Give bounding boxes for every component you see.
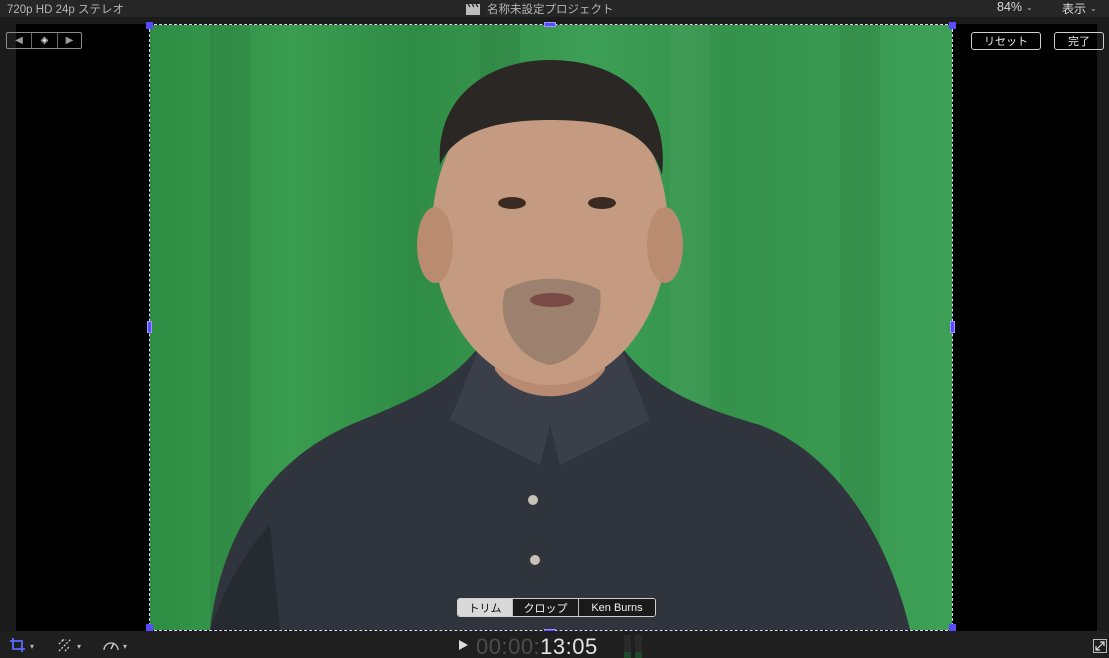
timecode-display: 00:00:13:05 — [476, 634, 598, 658]
audio-meter-left — [624, 635, 631, 658]
done-button[interactable]: 完了 — [1054, 32, 1104, 50]
next-keyframe-icon[interactable]: ▶ — [57, 33, 81, 48]
viewer-header: 720p HD 24p ステレオ 名称未設定プロジェクト 84% ⌄ 表示 ⌄ — [0, 0, 1109, 17]
chevron-down-icon: ⌄ — [1090, 4, 1097, 13]
play-icon[interactable] — [459, 640, 468, 650]
crop-handle-top-right[interactable] — [949, 22, 956, 29]
timecode-value: 13:05 — [540, 634, 598, 658]
project-title-group: 名称未設定プロジェクト — [466, 1, 614, 17]
mode-ken-burns[interactable]: Ken Burns — [578, 599, 655, 616]
reset-button[interactable]: リセット — [971, 32, 1041, 50]
view-menu[interactable]: 表示 ⌄ — [1062, 0, 1097, 17]
crop-tool-menu[interactable]: ▾ — [9, 637, 34, 655]
mode-trim[interactable]: トリム — [458, 599, 512, 616]
chevron-down-icon: ▾ — [77, 641, 82, 651]
transform-tool-menu[interactable]: ▾ — [56, 637, 81, 655]
crop-mode-switcher: トリム クロップ Ken Burns — [457, 598, 656, 617]
crop-icon — [9, 637, 27, 655]
crop-handle-bottom-left[interactable] — [146, 624, 153, 631]
keyframe-controls: ◀ ◈ ▶ — [6, 32, 82, 49]
audio-meter-right — [635, 635, 642, 658]
crop-handle-top[interactable] — [544, 22, 556, 27]
zoom-level: 84% — [997, 0, 1023, 14]
view-menu-label: 表示 — [1062, 2, 1087, 16]
fullscreen-icon[interactable] — [1093, 639, 1107, 653]
add-keyframe-icon[interactable]: ◈ — [31, 33, 57, 48]
timecode-prefix: 00:00: — [476, 634, 541, 658]
crop-handle-top-left[interactable] — [146, 22, 153, 29]
video-frame — [150, 25, 952, 630]
transform-icon — [56, 637, 74, 655]
zoom-menu[interactable]: 84% ⌄ — [997, 0, 1033, 14]
chevron-down-icon: ▾ — [123, 641, 128, 651]
chevron-down-icon: ▾ — [30, 641, 35, 651]
person-image — [210, 60, 910, 630]
previous-keyframe-icon[interactable]: ◀ — [7, 33, 31, 48]
crop-handle-right[interactable] — [950, 321, 955, 333]
project-title: 名称未設定プロジェクト — [487, 4, 614, 16]
crop-handle-left[interactable] — [147, 321, 152, 333]
speed-icon — [102, 637, 120, 655]
mode-crop[interactable]: クロップ — [512, 599, 578, 616]
format-info: 720p HD 24p ステレオ — [7, 4, 124, 16]
viewer-footer: ▾ ▾ ▾ 00:00:13:05 — [0, 631, 1109, 658]
speed-tool-menu[interactable]: ▾ — [102, 637, 127, 655]
chevron-down-icon: ⌄ — [1026, 2, 1033, 12]
crop-handle-bottom-right[interactable] — [949, 624, 956, 631]
clapperboard-icon — [466, 3, 480, 15]
